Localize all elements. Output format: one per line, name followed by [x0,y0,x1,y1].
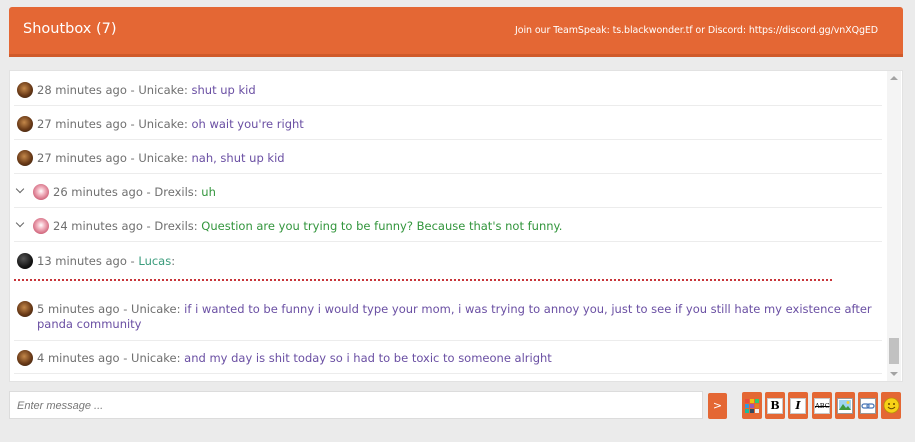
message-user[interactable]: Unicake [131,351,177,365]
message-text: Question are you trying to be funny? Bec… [201,219,563,233]
strikethrough-icon: ABC [814,397,830,414]
bold-button[interactable]: B [765,392,785,419]
list-item: 27 minutes ago - Unicake: nah, shut up k… [14,150,882,174]
list-item: 4 minutes ago - Unicake: and my day is s… [14,350,882,374]
list-item: 5 minutes ago - Unicake: if i wanted to … [14,301,882,341]
send-button[interactable]: > [708,393,727,419]
strikethrough-button[interactable]: ABC [812,392,832,419]
message-text: uh [201,185,216,199]
shoutbox-title: Shoutbox (7) [23,21,117,37]
scrollbar[interactable] [887,71,901,381]
avatar-unicake-icon[interactable] [17,150,33,166]
message-user[interactable]: Drexils [154,185,193,199]
message-user[interactable]: Drexils [154,219,193,233]
message-text: and my day is shit today so i had to be … [184,351,552,365]
message-list[interactable]: 28 minutes ago - Unicake: shut up kid 27… [9,70,903,382]
italic-icon: I [790,397,806,414]
message-time: 27 minutes ago [37,117,127,131]
message-time: 13 minutes ago [37,254,127,268]
link-button[interactable] [858,392,878,419]
avatar-unicake-icon[interactable] [17,350,33,366]
image-button[interactable] [835,392,855,419]
message-text: nah, shut up kid [191,151,285,165]
chevron-down-icon[interactable] [15,218,25,228]
message-user[interactable]: Lucas [138,254,171,268]
message-time: 27 minutes ago [37,151,127,165]
message-input[interactable]: Enter message ... [9,391,703,419]
chevron-down-icon[interactable] [15,184,25,194]
dotted-divider [14,279,832,281]
list-item: 28 minutes ago - Unicake: shut up kid [14,82,882,106]
list-item: 27 minutes ago - Unicake: oh wait you're… [14,116,882,140]
color-picker-icon [745,398,759,413]
scroll-up-icon[interactable] [890,76,898,80]
avatar-unicake-icon[interactable] [17,82,33,98]
list-item: 24 minutes ago - Drexils: Question are y… [14,218,882,242]
message-time: 5 minutes ago [37,302,120,316]
header-notice: Join our TeamSpeak: ts.blackwonder.tf or… [515,25,878,36]
message-time: 4 minutes ago [37,351,120,365]
message-user[interactable]: Unicake [138,83,184,97]
message-time: 24 minutes ago [53,219,143,233]
italic-button[interactable]: I [788,392,808,419]
message-user[interactable]: Unicake [138,117,184,131]
message-text: shut up kid [191,83,256,97]
message-time: 26 minutes ago [53,185,143,199]
avatar-drexils-icon[interactable] [33,184,49,200]
link-icon [860,397,876,414]
avatar-drexils-icon[interactable] [33,218,49,234]
message-time: 28 minutes ago [37,83,127,97]
scroll-down-icon[interactable] [890,372,898,376]
avatar-lucas-icon[interactable] [17,253,33,269]
color-picker-button[interactable] [742,392,762,419]
message-user[interactable]: Unicake [131,302,177,316]
message-text: oh wait you're right [191,117,304,131]
message-user[interactable]: Unicake [138,151,184,165]
bold-icon: B [767,397,783,414]
scrollbar-thumb[interactable] [889,338,899,364]
list-item: 26 minutes ago - Drexils: uh [14,184,882,208]
avatar-unicake-icon[interactable] [17,116,33,132]
smiley-icon [883,397,899,414]
list-item: 13 minutes ago - Lucas: [14,253,882,293]
smiley-button[interactable] [881,392,901,419]
shoutbox-header: Shoutbox (7) Join our TeamSpeak: ts.blac… [9,7,903,57]
image-icon [837,397,853,414]
avatar-unicake-icon[interactable] [17,301,33,317]
